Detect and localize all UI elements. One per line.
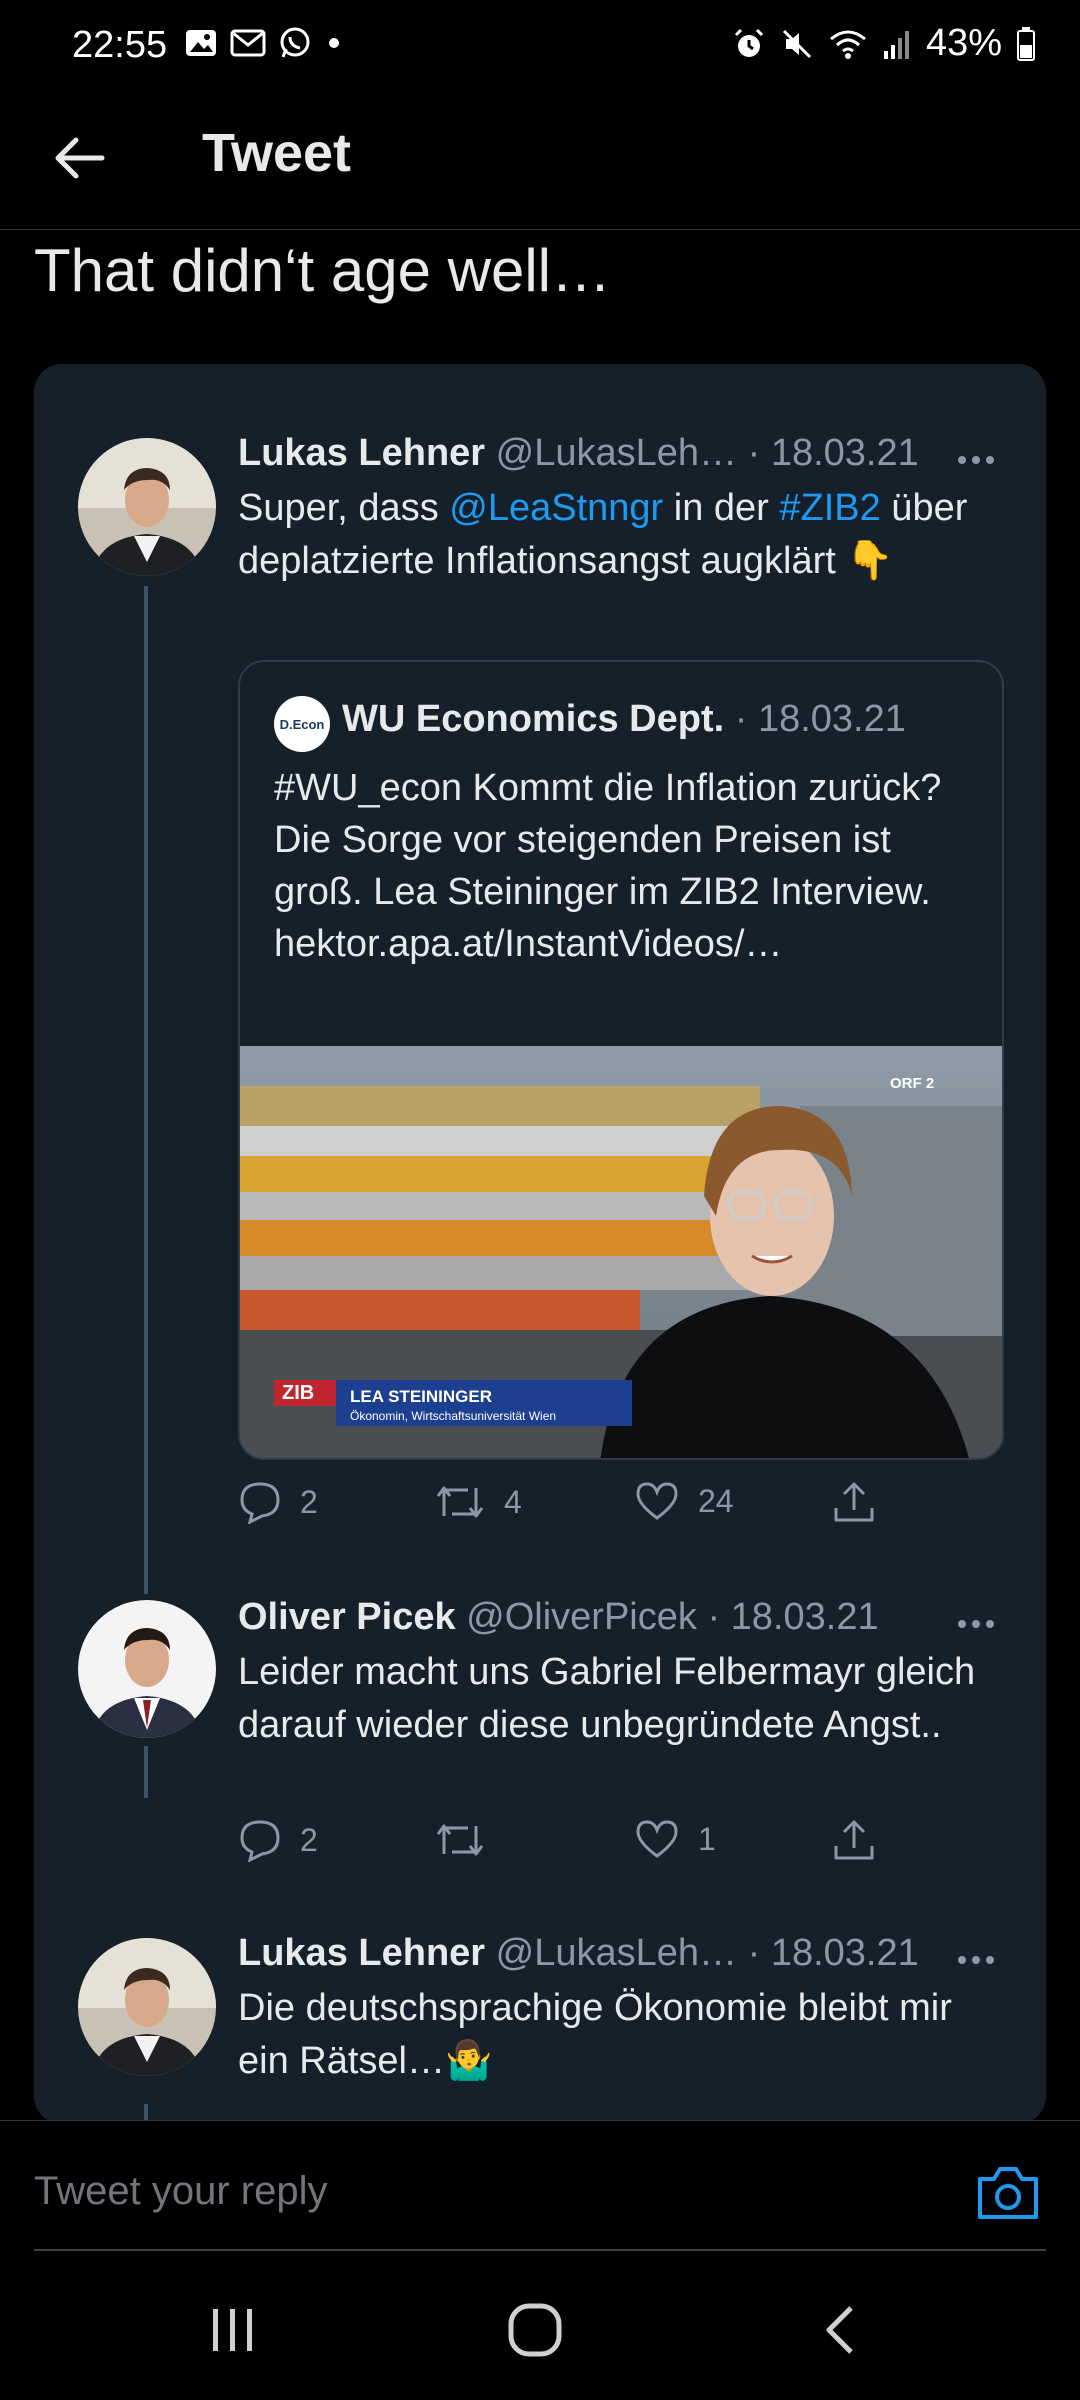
tweet-date[interactable]: 18.03.21	[771, 1932, 919, 1974]
retweet-action[interactable]: 4	[434, 1480, 522, 1524]
home-icon	[508, 2303, 562, 2357]
avatar[interactable]	[78, 1600, 216, 1738]
author-name[interactable]: Oliver Picek	[238, 1596, 456, 1638]
camera-icon	[978, 2167, 1038, 2219]
tweet-text: Die deutschsprachige Ökonomie bleibt mir…	[238, 1987, 952, 2082]
signal-icon	[882, 27, 912, 61]
retweet-icon	[436, 1824, 484, 1856]
more-options-icon[interactable]	[958, 1956, 1002, 1964]
reply-action[interactable]: 2	[238, 1818, 318, 1862]
page-title: Tweet	[202, 123, 352, 183]
tweet-text: Super, dass @LeaStnngr in der #ZIB2 über…	[238, 487, 968, 582]
channel-logo: ORF 2	[890, 1075, 934, 1092]
whatsapp-icon	[278, 26, 312, 60]
thread-connector	[144, 586, 148, 1594]
share-icon	[834, 1820, 874, 1860]
mute-icon	[780, 27, 814, 61]
lower-third-subtitle: Ökonomin, Wirtschaftsuniversität Wien	[350, 1409, 556, 1423]
back-nav-button[interactable]	[806, 2300, 876, 2360]
gmail-icon	[230, 29, 266, 57]
thread-connector	[144, 1746, 148, 1798]
arrow-left-icon	[55, 137, 105, 179]
author-handle[interactable]: @OliverPicek	[466, 1596, 697, 1638]
status-bar: 22:55 43%	[0, 0, 1080, 92]
avatar[interactable]	[78, 438, 216, 576]
more-options-icon[interactable]	[958, 456, 1002, 464]
status-time: 22:55	[72, 24, 168, 66]
chevron-left-icon	[826, 2306, 853, 2354]
recent-apps-button[interactable]	[198, 2300, 268, 2360]
alarm-icon	[732, 27, 766, 61]
back-button[interactable]	[44, 122, 116, 194]
tweet-text: Leider macht uns Gabriel Felbermayr glei…	[238, 1651, 976, 1746]
reply-bar: Tweet your reply	[0, 2120, 1080, 2256]
like-action[interactable]: 1	[634, 1818, 716, 1860]
tweet-actions: 2 1	[238, 1818, 938, 1878]
app-header: Tweet	[0, 92, 1080, 230]
reply-action[interactable]: 2	[238, 1480, 318, 1524]
system-nav-bar	[0, 2256, 1080, 2400]
dot-icon	[324, 33, 344, 53]
quote-date: 18.03.21	[757, 698, 906, 740]
home-button[interactable]	[500, 2300, 570, 2360]
heart-icon	[636, 1820, 678, 1858]
tweet-actions: 2 4 24	[238, 1480, 938, 1540]
share-action[interactable]	[832, 1480, 876, 1524]
heart-icon	[636, 1482, 678, 1520]
wifi-icon	[828, 27, 868, 61]
author-handle[interactable]: @LukasLeh…	[496, 1932, 737, 1974]
author-name[interactable]: Lukas Lehner	[238, 1932, 485, 1974]
zib-label: ZIB	[282, 1382, 314, 1404]
camera-button[interactable]	[976, 2165, 1040, 2221]
more-options-icon[interactable]	[958, 1620, 1002, 1628]
share-icon	[834, 1482, 874, 1522]
tweet-date[interactable]: 18.03.21	[771, 432, 919, 474]
battery-icon	[1016, 26, 1036, 62]
hashtag-link[interactable]: #ZIB2	[779, 487, 880, 529]
gallery-icon	[184, 28, 218, 58]
reply-icon	[240, 1820, 280, 1862]
quote-text: #WU_econ Kommt die Inflation zurück? Die…	[274, 767, 942, 965]
tweet-date[interactable]: 18.03.21	[731, 1596, 879, 1638]
share-action[interactable]	[832, 1818, 876, 1862]
retweet-icon	[436, 1486, 484, 1518]
reply-input[interactable]: Tweet your reply	[34, 2169, 327, 2214]
mention-link[interactable]: @LeaStnngr	[449, 487, 663, 529]
reply-icon	[240, 1482, 280, 1524]
quote-avatar: D.Econ	[274, 696, 330, 752]
author-name[interactable]: Lukas Lehner	[238, 432, 485, 474]
retweet-action[interactable]	[434, 1818, 504, 1862]
quote-author-name: WU Economics Dept.	[342, 698, 725, 740]
avatar[interactable]	[78, 1938, 216, 2076]
quoted-thread-card[interactable]: Lukas Lehner @LukasLeh… · 18.03.21 Super…	[34, 364, 1046, 2124]
main-tweet-text: That didn‘t age well…	[34, 237, 611, 304]
author-handle[interactable]: @LukasLeh…	[496, 432, 737, 474]
recent-apps-icon	[213, 2309, 252, 2351]
reply-divider	[34, 2249, 1046, 2251]
like-action[interactable]: 24	[634, 1480, 734, 1522]
video-thumbnail[interactable]: ORF 2 ZIB LEA STEININGER Ökonomin, Wirts…	[240, 1046, 1002, 1458]
quoted-tweet[interactable]: D.Econ WU Economics Dept. · 18.03.21 #WU…	[238, 660, 1004, 1460]
battery-percent: 43%	[925, 22, 1002, 64]
lower-third-name: LEA STEININGER	[350, 1387, 492, 1406]
